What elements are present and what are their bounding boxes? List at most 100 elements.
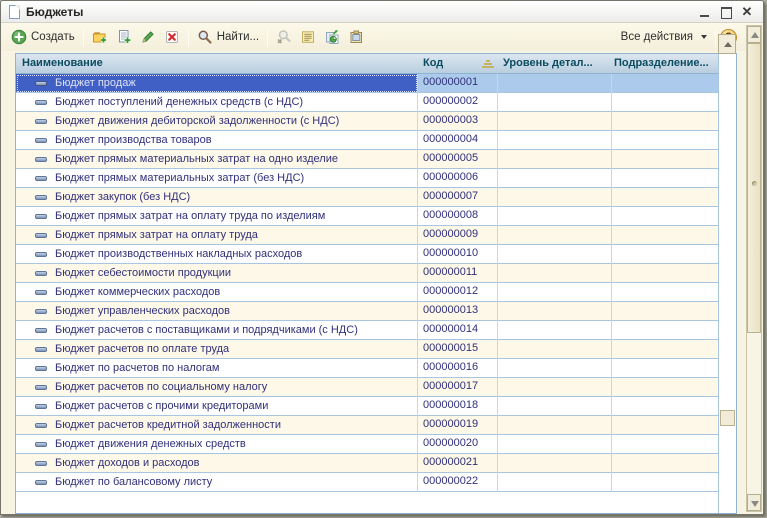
row-department-cell[interactable] — [612, 169, 718, 188]
row-level-cell[interactable] — [498, 74, 612, 93]
row-code-cell[interactable]: 000000014 — [418, 321, 498, 340]
row-level-cell[interactable] — [498, 378, 612, 397]
row-level-cell[interactable] — [498, 302, 612, 321]
table-row[interactable]: Бюджет коммерческих расходов000000012 — [16, 283, 736, 302]
close-icon[interactable]: ✕ — [741, 6, 753, 18]
row-code-cell[interactable]: 000000012 — [418, 283, 498, 302]
row-department-cell[interactable] — [612, 188, 718, 207]
table-row[interactable]: Бюджет закупок (без НДС)000000007 — [16, 188, 736, 207]
row-department-cell[interactable] — [612, 74, 718, 93]
table-row[interactable]: Бюджет прямых затрат на оплату труда0000… — [16, 226, 736, 245]
row-department-cell[interactable] — [612, 359, 718, 378]
row-department-cell[interactable] — [612, 378, 718, 397]
clipboard-button[interactable] — [344, 27, 368, 47]
row-level-cell[interactable] — [498, 340, 612, 359]
table-row[interactable]: Бюджет расчетов с прочими кредиторами000… — [16, 397, 736, 416]
row-code-cell[interactable]: 000000018 — [418, 397, 498, 416]
row-code-cell[interactable]: 000000008 — [418, 207, 498, 226]
row-level-cell[interactable] — [498, 150, 612, 169]
row-code-cell[interactable]: 000000002 — [418, 93, 498, 112]
edit-item-button[interactable] — [136, 27, 160, 47]
table-row[interactable]: Бюджет производства товаров000000004 — [16, 131, 736, 150]
configure-list-button[interactable] — [320, 27, 344, 47]
table-row[interactable]: Бюджет себестоимости продукции000000011 — [16, 264, 736, 283]
row-department-cell[interactable] — [612, 340, 718, 359]
row-code-cell[interactable]: 000000017 — [418, 378, 498, 397]
table-scrollbar-thumb[interactable] — [720, 410, 735, 426]
row-level-cell[interactable] — [498, 359, 612, 378]
row-code-cell[interactable]: 000000011 — [418, 264, 498, 283]
table-row[interactable]: Бюджет движения денежных средств00000002… — [16, 435, 736, 454]
row-level-cell[interactable] — [498, 245, 612, 264]
row-code-cell[interactable]: 000000015 — [418, 340, 498, 359]
row-code-cell[interactable]: 000000022 — [418, 473, 498, 492]
row-code-cell[interactable]: 000000009 — [418, 226, 498, 245]
row-department-cell[interactable] — [612, 283, 718, 302]
table-row[interactable]: Бюджет продаж000000001 — [16, 74, 736, 93]
row-level-cell[interactable] — [498, 207, 612, 226]
row-level-cell[interactable] — [498, 169, 612, 188]
column-header-department[interactable]: Подразделение... — [612, 54, 718, 73]
row-code-cell[interactable]: 000000003 — [418, 112, 498, 131]
create-group-button[interactable] — [88, 27, 112, 47]
row-department-cell[interactable] — [612, 435, 718, 454]
column-header-name[interactable]: Наименование — [16, 54, 418, 73]
row-department-cell[interactable] — [612, 226, 718, 245]
row-department-cell[interactable] — [612, 454, 718, 473]
row-name-cell[interactable]: Бюджет доходов и расходов — [16, 454, 418, 473]
maximize-icon[interactable] — [720, 6, 732, 18]
table-row[interactable]: Бюджет расчетов с поставщиками и подрядч… — [16, 321, 736, 340]
table-row[interactable]: Бюджет производственных накладных расход… — [16, 245, 736, 264]
row-name-cell[interactable]: Бюджет движения дебиторской задолженност… — [16, 112, 418, 131]
row-name-cell[interactable]: Бюджет продаж — [16, 74, 418, 93]
row-code-cell[interactable]: 000000013 — [418, 302, 498, 321]
row-name-cell[interactable]: Бюджет расчетов кредитной задолженности — [16, 416, 418, 435]
minimize-icon[interactable] — [699, 6, 711, 18]
all-actions-button[interactable]: Все действия — [617, 29, 711, 45]
table-row[interactable]: Бюджет расчетов кредитной задолженности0… — [16, 416, 736, 435]
row-name-cell[interactable]: Бюджет расчетов по социальному налогу — [16, 378, 418, 397]
find-button[interactable]: Найти... — [193, 27, 263, 47]
copy-item-button[interactable] — [112, 27, 136, 47]
row-name-cell[interactable]: Бюджет по балансовому листу — [16, 473, 418, 492]
table-row[interactable]: Бюджет прямых затрат на оплату труда по … — [16, 207, 736, 226]
row-department-cell[interactable] — [612, 245, 718, 264]
row-code-cell[interactable]: 000000016 — [418, 359, 498, 378]
row-department-cell[interactable] — [612, 321, 718, 340]
row-department-cell[interactable] — [612, 93, 718, 112]
table-scrollbar[interactable] — [718, 54, 736, 513]
row-name-cell[interactable]: Бюджет расчетов с прочими кредиторами — [16, 397, 418, 416]
row-code-cell[interactable]: 000000004 — [418, 131, 498, 150]
row-name-cell[interactable]: Бюджет прямых затрат на оплату труда — [16, 226, 418, 245]
table-row[interactable]: Бюджет доходов и расходов000000021 — [16, 454, 736, 473]
row-code-cell[interactable]: 000000005 — [418, 150, 498, 169]
column-header-code[interactable]: Код — [418, 54, 498, 73]
create-button[interactable]: Создать — [7, 27, 79, 47]
row-department-cell[interactable] — [612, 397, 718, 416]
row-name-cell[interactable]: Бюджет прямых затрат на оплату труда по … — [16, 207, 418, 226]
delete-item-button[interactable] — [160, 27, 184, 47]
row-level-cell[interactable] — [498, 131, 612, 150]
table-row[interactable]: Бюджет прямых материальных затрат (без Н… — [16, 169, 736, 188]
row-department-cell[interactable] — [612, 416, 718, 435]
table-row[interactable]: Бюджет по расчетов по налогам000000016 — [16, 359, 736, 378]
row-department-cell[interactable] — [612, 150, 718, 169]
table-scroll-up-icon[interactable] — [718, 34, 736, 54]
table-row[interactable]: Бюджет по балансовому листу000000022 — [16, 473, 736, 492]
row-level-cell[interactable] — [498, 416, 612, 435]
row-department-cell[interactable] — [612, 131, 718, 150]
row-level-cell[interactable] — [498, 435, 612, 454]
row-name-cell[interactable]: Бюджет поступлений денежных средств (с Н… — [16, 93, 418, 112]
row-department-cell[interactable] — [612, 302, 718, 321]
row-code-cell[interactable]: 000000007 — [418, 188, 498, 207]
row-level-cell[interactable] — [498, 226, 612, 245]
row-level-cell[interactable] — [498, 93, 612, 112]
row-level-cell[interactable] — [498, 473, 612, 492]
table-row[interactable]: Бюджет прямых материальных затрат на одн… — [16, 150, 736, 169]
row-name-cell[interactable]: Бюджет производства товаров — [16, 131, 418, 150]
row-level-cell[interactable] — [498, 188, 612, 207]
scroll-down-icon[interactable] — [747, 494, 761, 511]
form-scrollbar-thumb[interactable] — [747, 43, 761, 333]
row-name-cell[interactable]: Бюджет производственных накладных расход… — [16, 245, 418, 264]
row-name-cell[interactable]: Бюджет закупок (без НДС) — [16, 188, 418, 207]
